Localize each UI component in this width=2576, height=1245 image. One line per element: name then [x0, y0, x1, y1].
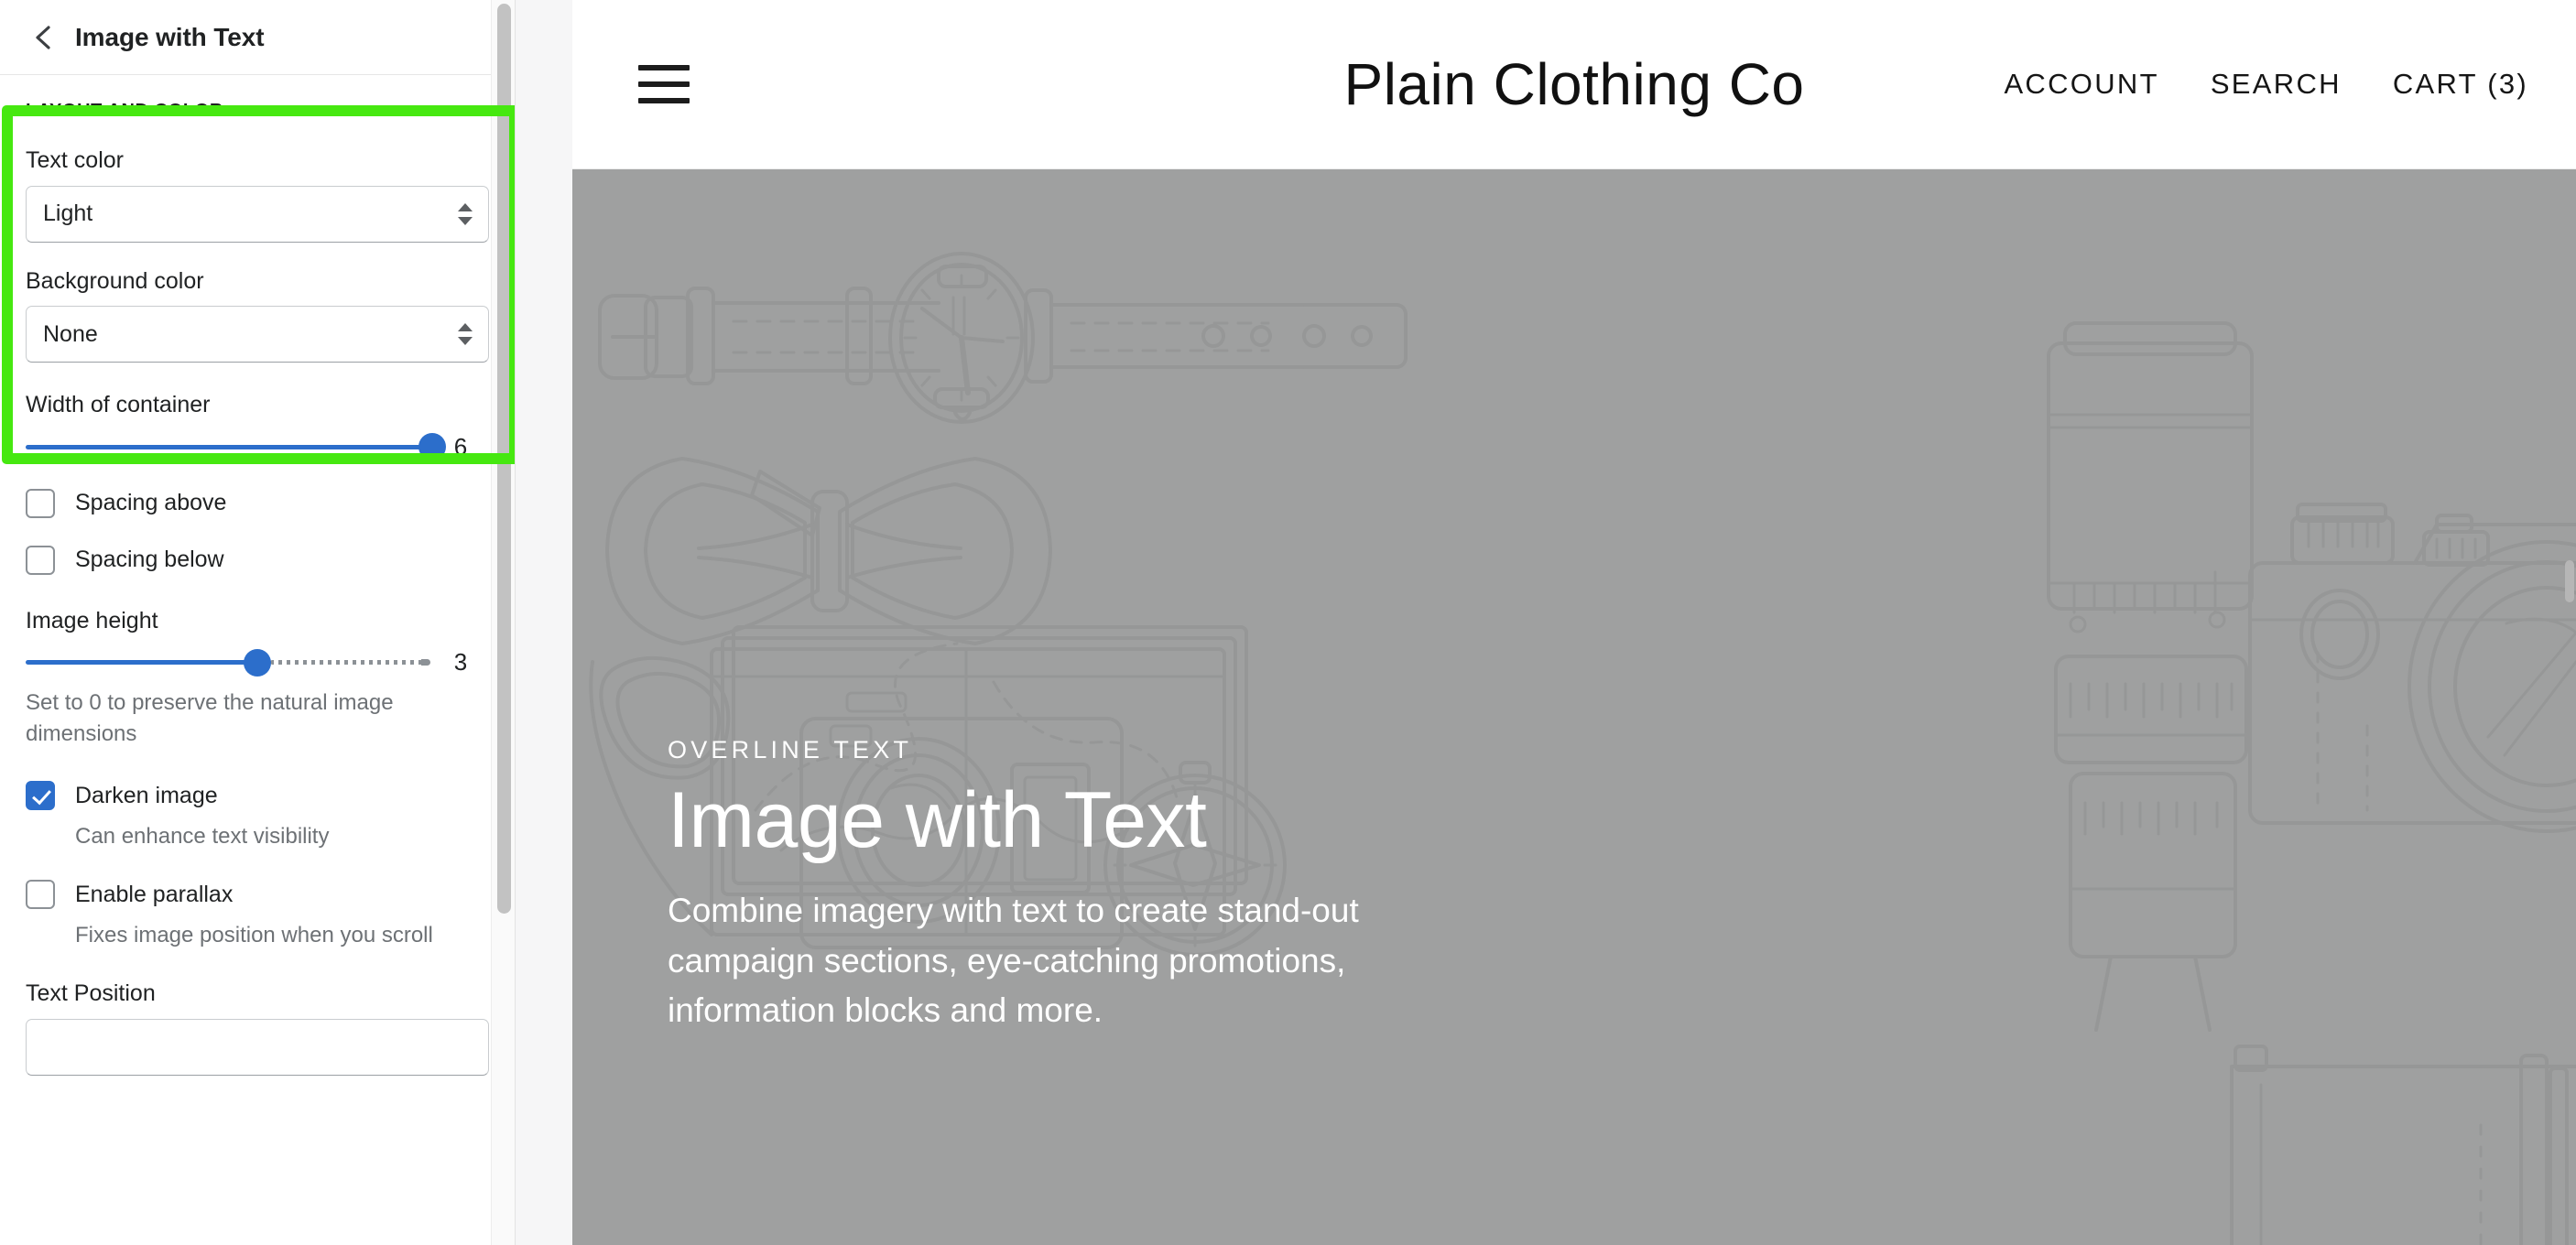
width-of-container-label: Width of container: [26, 392, 211, 417]
spacing-below-checkbox[interactable]: [26, 545, 55, 575]
chevron-left-icon[interactable]: [27, 22, 59, 53]
nav-link-cart[interactable]: CART (3): [2393, 68, 2528, 101]
page-title: Image with Text: [75, 22, 265, 51]
image-height-help: Set to 0 to preserve the natural image d…: [26, 690, 394, 747]
background-color-label: Background color: [26, 267, 204, 294]
field-text-color: Text color Light: [26, 146, 489, 243]
text-color-select[interactable]: Light: [26, 185, 489, 243]
checkbox-row-spacing-above[interactable]: Spacing above: [26, 488, 489, 518]
enable-parallax-label: Enable parallax: [75, 881, 234, 907]
text-color-label: Text color: [26, 147, 124, 173]
chevron-updown-icon: [457, 200, 473, 229]
slider-handle[interactable]: [418, 433, 446, 460]
store-nav: ACCOUNT SEARCH CART (3): [2004, 68, 2528, 101]
sidebar-scrollbar-track[interactable]: [491, 0, 515, 1245]
section-heading-layout-and-color: LAYOUT AND COLOR: [26, 101, 223, 121]
hero-overline: OVERLINE TEXT: [668, 736, 913, 764]
camera-lens-illustration: [2047, 321, 2254, 1032]
storefront-preview: Plain Clothing Co ACCOUNT SEARCH CART (3…: [572, 0, 2576, 1245]
image-height-value: 3: [453, 648, 468, 676]
checkbox-row-enable-parallax[interactable]: Enable parallax: [26, 880, 489, 910]
nav-link-account[interactable]: ACCOUNT: [2004, 68, 2158, 101]
enable-parallax-checkbox[interactable]: [26, 880, 55, 910]
width-of-container-slider[interactable]: [26, 433, 446, 460]
image-height-slider-row: 3: [26, 648, 489, 677]
hamburger-menu-icon[interactable]: [638, 64, 690, 104]
slr-camera-illustration: [2248, 503, 2576, 833]
field-background-color: Background color None: [26, 266, 489, 363]
background-color-select[interactable]: None: [26, 306, 489, 363]
image-with-text-section: OVERLINE TEXT Image with Text Combine im…: [572, 169, 2576, 1245]
image-height-slider[interactable]: [26, 648, 432, 677]
store-header: Plain Clothing Co ACCOUNT SEARCH CART (3…: [572, 0, 2576, 169]
background-color-value: None: [43, 320, 98, 347]
hero-text-block: OVERLINE TEXT Image with Text Combine im…: [668, 736, 1373, 1036]
field-image-height: Image height 3 Set to 0 to preserve the …: [26, 606, 489, 751]
preview-scrollbar-track[interactable]: [2563, 0, 2576, 1245]
notebook-illustration: [2230, 1045, 2576, 1245]
slider-handle[interactable]: [244, 648, 272, 677]
watch-illustration: [598, 252, 1408, 424]
flat-lay-line-art-illustration: [589, 252, 2576, 1245]
checkbox-row-spacing-below[interactable]: Spacing below: [26, 545, 489, 575]
sidebar-scrollbar-thumb[interactable]: [497, 4, 511, 914]
customizer-app: Image with Text LAYOUT AND COLOR Text co…: [0, 0, 2576, 1245]
field-width-of-container: Width of container 6: [26, 390, 489, 461]
darken-image-help: Can enhance text visibility: [75, 824, 330, 850]
darken-image-checkbox[interactable]: [26, 781, 55, 811]
hero-body: Combine imagery with text to create stan…: [668, 891, 1359, 1030]
sidebar-body: LAYOUT AND COLOR Text color Light Backgr…: [0, 75, 515, 1076]
checkbox-row-darken-image[interactable]: Darken image: [26, 781, 489, 811]
bowtie-illustration: [605, 457, 1052, 645]
darken-image-label: Darken image: [75, 782, 218, 808]
width-of-container-slider-row: 6: [26, 433, 489, 461]
spacing-above-label: Spacing above: [75, 490, 227, 515]
nav-link-search[interactable]: SEARCH: [2211, 68, 2342, 101]
text-position-select[interactable]: [26, 1018, 489, 1076]
preview-scrollbar-thumb[interactable]: [2565, 560, 2574, 602]
enable-parallax-help: Fixes image position when you scroll: [75, 923, 433, 948]
sidebar-header: Image with Text: [0, 0, 515, 75]
field-text-position: Text Position: [26, 979, 489, 1076]
settings-sidebar: Image with Text LAYOUT AND COLOR Text co…: [0, 0, 516, 1245]
hero-title: Image with Text: [668, 776, 1207, 865]
text-color-value: Light: [43, 200, 93, 226]
spacing-above-checkbox[interactable]: [26, 488, 55, 518]
spacing-below-label: Spacing below: [75, 547, 224, 572]
text-position-label: Text Position: [26, 980, 156, 1007]
preview-pane: Plain Clothing Co ACCOUNT SEARCH CART (3…: [516, 0, 2576, 1245]
chevron-updown-icon: [457, 319, 473, 349]
image-height-label: Image height: [26, 607, 158, 633]
